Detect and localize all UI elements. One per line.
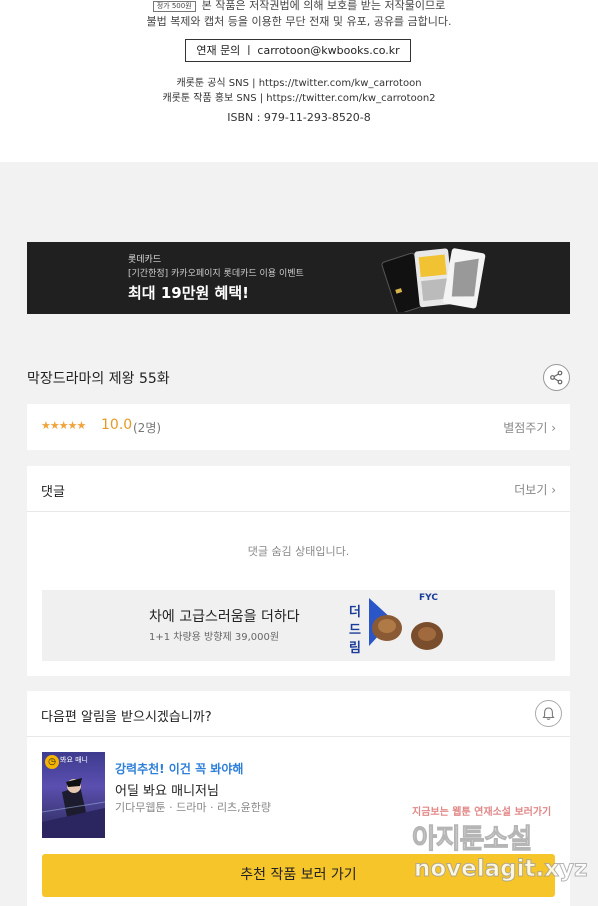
share-button[interactable] [543,364,570,391]
sns-official: 캐롯툰 공식 SNS | https://twitter.com/kw_carr… [176,78,422,89]
ad-brand-text: FYC [419,593,438,603]
next-notify-card: 다음편 알림을 받으시겠습니까? ◷ 봐요 매니 강력추천! 이건 꼭 봐야해 … [27,691,570,906]
comments-hidden-message: 댓글 숨김 상태입니다. [247,545,350,558]
rating-count: (2명) [133,421,162,435]
rate-button[interactable]: 별점주기 › [503,419,556,436]
air-freshener-image: 더 드 림 FYC [349,593,443,656]
comments-card: 댓글 더보기 › 댓글 숨김 상태입니다. 차에 고급스러움을 더하다 1+1 … [27,466,570,676]
rating-card: ★★★★★ 10.0 (2명) 별점주기 › [27,404,570,450]
copyright-line1: 정가 500원 본 작품은 저작권법에 의해 보호를 받는 저작물이므로 [0,0,598,13]
recommend-button[interactable]: 추천 작품 보러 가기 [42,854,555,897]
copyright-line2: 불법 복제와 캡처 등을 이용한 무단 전재 및 유포, 공유를 금합니다. [146,15,452,28]
comments-header: 댓글 더보기 › [27,466,570,512]
notify-header: 다음편 알림을 받으시겠습니까? [27,691,570,737]
svg-text:림: 림 [349,641,361,656]
notify-bell-button[interactable] [535,700,562,727]
sns-promo: 캐롯툰 작품 홍보 SNS | https://twitter.com/kw_c… [162,93,436,104]
banner-title: 최대 19만원 혜택! [128,284,249,302]
notify-question: 다음편 알림을 받으시겠습니까? [41,710,212,725]
episode-title: 막장드라마의 제왕 55화 [27,371,170,387]
isbn: ISBN : 979-11-293-8520-8 [227,111,371,124]
banner-subtitle: [기간한정] 카카오페이지 롯데카드 이용 이벤트 [128,269,304,279]
credit-card-image [381,248,486,312]
recommended-title[interactable]: 어딜 봐요 매니저님 [115,780,219,799]
copyright-section: 정가 500원 본 작품은 저작권법에 의해 보호를 받는 저작물이므로 불법 복… [0,0,598,162]
contact-box: 연재 문의 ㅣ carrotoon@kwbooks.co.kr [185,39,411,62]
ad-subtitle: 1+1 차량용 방향제 39,000원 [149,632,280,643]
rating-score: 10.0 [101,417,133,433]
ad-title: 차에 고급스러움을 더하다 [149,609,300,625]
thumbnail-title: 봐요 매니 [60,756,88,764]
share-icon [550,370,563,385]
recommended-meta: 기다무웹툰 · 드라마 · 리츠,윤한량 [115,801,272,814]
bell-icon [542,707,555,720]
banner-brand: 롯데카드 [128,255,162,265]
event-banner[interactable]: 롯데카드 [기간한정] 카카오페이지 롯데카드 이용 이벤트 최대 19만원 혜… [27,242,570,314]
clock-icon: ◷ [45,755,59,769]
svg-text:더: 더 [349,604,361,620]
ad-banner[interactable]: 차에 고급스러움을 더하다 1+1 차량용 방향제 39,000원 더 드 림 … [42,590,555,661]
recommended-thumbnail[interactable]: ◷ 봐요 매니 [42,752,105,838]
svg-text:드: 드 [349,623,361,638]
comments-title: 댓글 [41,485,65,500]
recommend-tag: 강력추천! 이건 꼭 봐야해 [115,762,244,776]
price-badge: 정가 500원 [152,0,196,12]
copyright-text1: 본 작품은 저작권법에 의해 보호를 받는 저작물이므로 [201,0,446,12]
comments-more-button[interactable]: 더보기 › [514,481,556,498]
rating-stars: ★★★★★ [41,419,86,432]
